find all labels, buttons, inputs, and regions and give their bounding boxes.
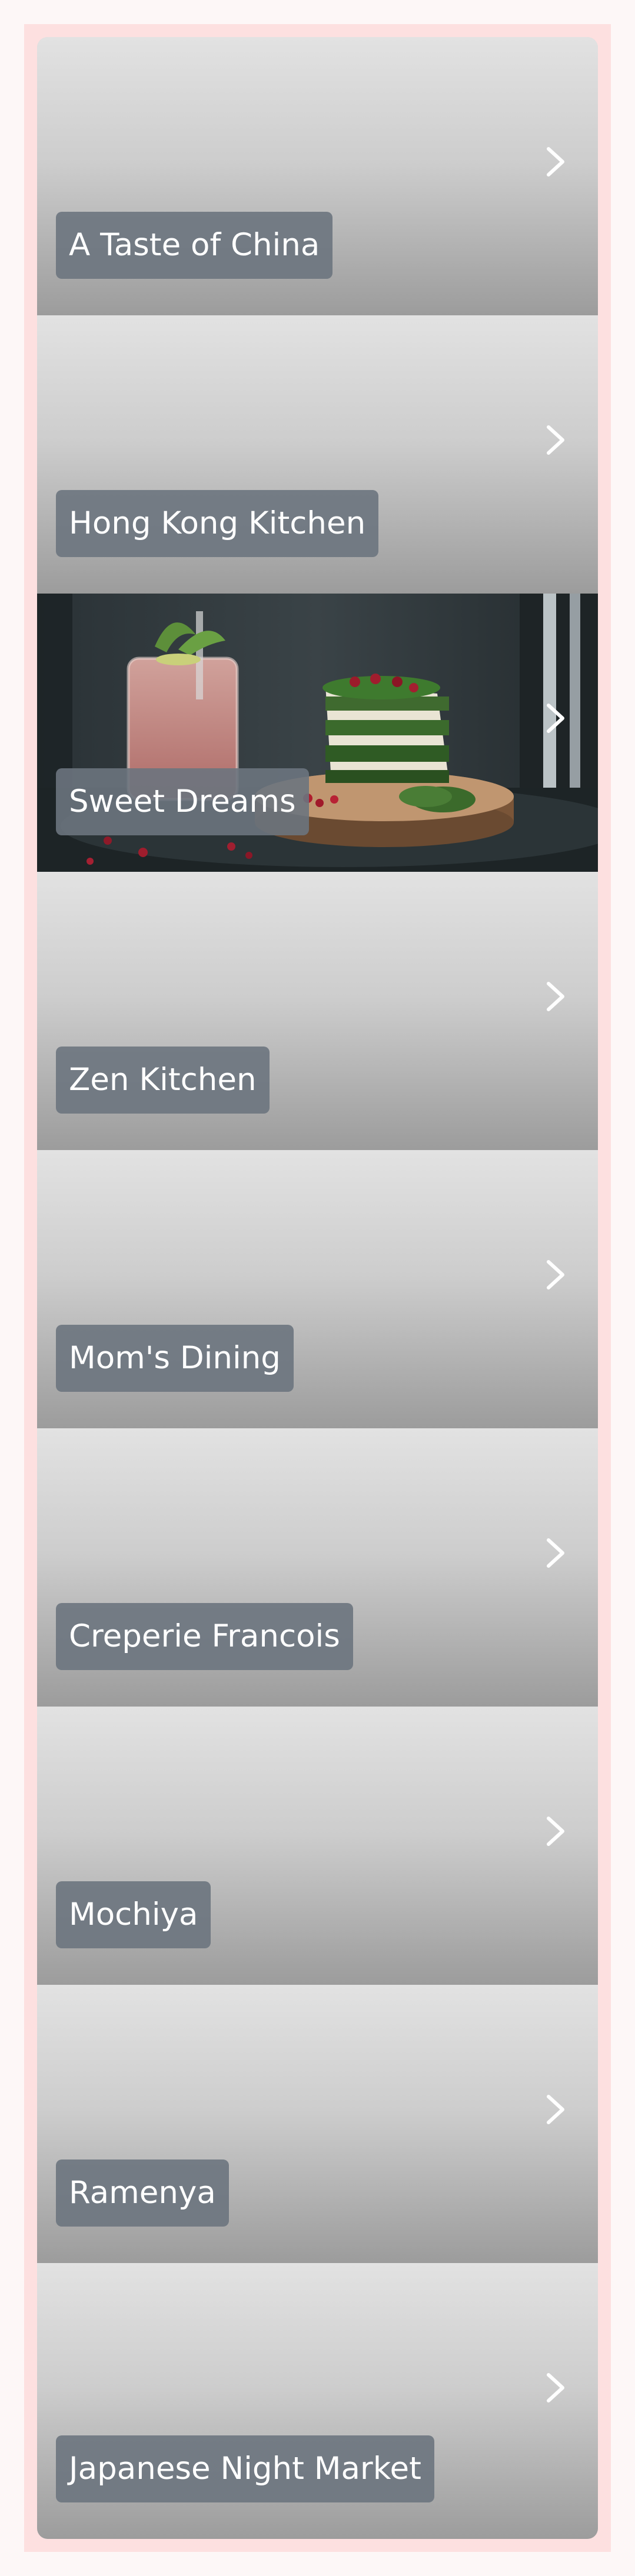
chevron-right-icon bbox=[540, 978, 571, 1015]
restaurant-name-label: Mochiya bbox=[56, 1881, 211, 1948]
restaurant-list-frame: A Taste of China Hong Kong Kitchen Sweet… bbox=[24, 24, 611, 2552]
chevron-right-icon bbox=[540, 2369, 571, 2407]
restaurant-name-label: Mom's Dining bbox=[56, 1325, 294, 1392]
chevron-right-icon bbox=[540, 1256, 571, 1294]
restaurant-name-label: Hong Kong Kitchen bbox=[56, 490, 379, 557]
restaurant-card-mochiya[interactable]: Mochiya bbox=[37, 1707, 598, 1985]
restaurant-name-label: A Taste of China bbox=[56, 212, 333, 279]
chevron-right-icon bbox=[540, 2091, 571, 2128]
restaurant-name-label: Japanese Night Market bbox=[56, 2435, 434, 2502]
restaurant-name-label: Ramenya bbox=[56, 2160, 229, 2227]
restaurant-card-moms-dining[interactable]: Mom's Dining bbox=[37, 1150, 598, 1428]
chevron-right-icon bbox=[540, 421, 571, 459]
restaurant-card-hong-kong-kitchen[interactable]: Hong Kong Kitchen bbox=[37, 315, 598, 594]
chevron-right-icon bbox=[540, 1812, 571, 1850]
restaurant-card-zen-kitchen[interactable]: Zen Kitchen bbox=[37, 872, 598, 1150]
restaurant-name-label: Creperie Francois bbox=[56, 1603, 353, 1670]
restaurant-card-sweet-dreams[interactable]: Sweet Dreams bbox=[37, 594, 598, 872]
restaurant-card-ramenya[interactable]: Ramenya bbox=[37, 1985, 598, 2263]
restaurant-card-japanese-night-market[interactable]: Japanese Night Market bbox=[37, 2263, 598, 2539]
chevron-right-icon bbox=[540, 1534, 571, 1572]
restaurant-list: A Taste of China Hong Kong Kitchen Sweet… bbox=[37, 37, 598, 2539]
chevron-right-icon bbox=[540, 699, 571, 737]
restaurant-name-label: Zen Kitchen bbox=[56, 1047, 270, 1114]
restaurant-card-a-taste-of-china[interactable]: A Taste of China bbox=[37, 37, 598, 315]
restaurant-name-label: Sweet Dreams bbox=[56, 768, 309, 835]
chevron-right-icon bbox=[540, 143, 571, 181]
restaurant-card-creperie-francois[interactable]: Creperie Francois bbox=[37, 1428, 598, 1707]
